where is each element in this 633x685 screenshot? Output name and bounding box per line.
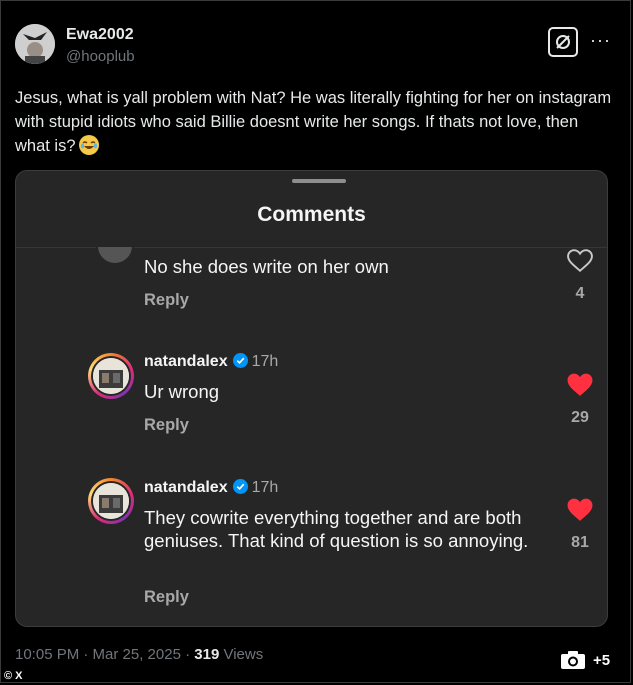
reply-button[interactable]: Reply <box>144 588 189 607</box>
camera-icon[interactable] <box>560 650 586 670</box>
verified-badge-icon <box>232 353 248 368</box>
grok-icon[interactable] <box>548 27 578 57</box>
heart-filled-icon[interactable] <box>567 373 593 397</box>
like-count: 81 <box>571 534 589 551</box>
commenter-avatar[interactable] <box>88 353 134 399</box>
reply-button[interactable]: Reply <box>144 416 189 435</box>
views-count: 319 <box>194 646 220 663</box>
tweet-text: Jesus, what is yall problem with Nat? He… <box>15 86 615 158</box>
joy-emoji-icon <box>78 135 99 155</box>
comment-text: No she does write on her own <box>144 256 389 277</box>
comments-panel: Comments No she does write on her own Re… <box>15 170 608 627</box>
comment-text: Ur wrong <box>144 381 220 402</box>
panel-title: Comments <box>257 203 366 226</box>
reply-button[interactable]: Reply <box>144 291 189 310</box>
like-count: 29 <box>571 409 589 426</box>
comment-time: 17h <box>251 479 279 496</box>
user-handle[interactable]: @hooplub <box>66 48 135 65</box>
commenter-avatar[interactable] <box>96 247 134 265</box>
comment-header: natandalex 17h <box>144 479 278 497</box>
comment-username[interactable]: natandalex <box>144 353 228 370</box>
source-credit: © X <box>4 670 23 682</box>
comment-text: They cowrite everything together and are… <box>144 507 529 551</box>
views-label: Views <box>219 646 264 663</box>
tweet-timestamp[interactable]: 10:05 PM · Mar 25, 2025 · 319 Views <box>15 646 263 663</box>
drag-handle[interactable] <box>292 179 346 183</box>
commenter-avatar[interactable] <box>88 478 134 524</box>
photo-count[interactable]: +5 <box>593 652 610 669</box>
comment-header: natandalex 17h <box>144 353 278 371</box>
verified-badge-icon <box>232 479 248 494</box>
like-count: 4 <box>575 285 585 302</box>
comment-username[interactable]: natandalex <box>144 479 228 496</box>
more-options-icon[interactable]: ··· <box>590 26 610 56</box>
comment-time: 17h <box>251 353 279 370</box>
heart-outline-icon[interactable] <box>567 249 593 273</box>
timestamp-text: 10:05 PM · Mar 25, 2025 · <box>15 646 195 663</box>
tweet-body: Jesus, what is yall problem with Nat? He… <box>15 89 612 155</box>
heart-filled-icon[interactable] <box>567 498 593 522</box>
user-avatar[interactable] <box>15 24 55 64</box>
display-name[interactable]: Ewa2002 <box>66 26 134 44</box>
